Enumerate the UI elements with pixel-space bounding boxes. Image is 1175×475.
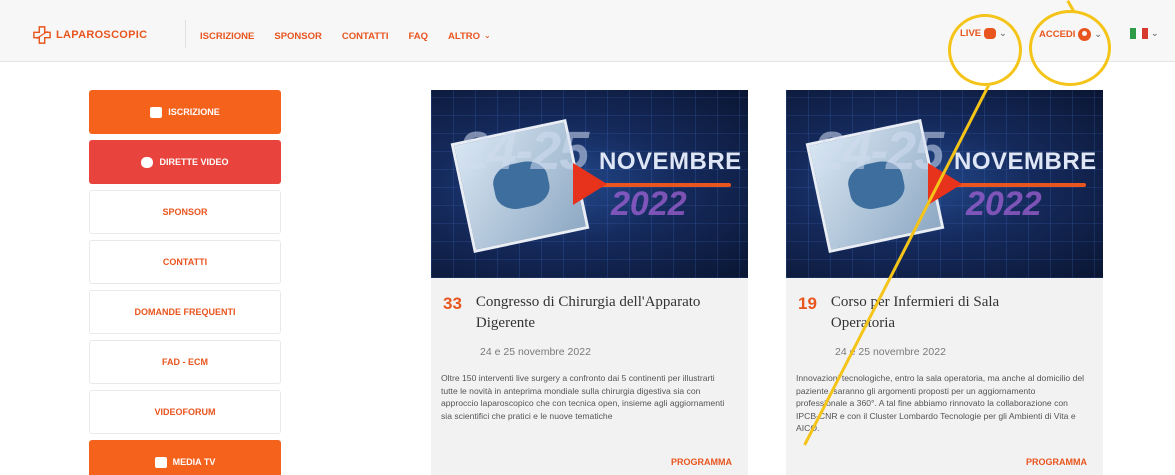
thumbnail-year: 2022 xyxy=(966,185,1042,223)
sidebar-item-contatti[interactable]: CONTATTI xyxy=(89,240,281,284)
thumbnail-days: 24-25 xyxy=(459,121,589,181)
chevron-down-icon: ⌄ xyxy=(484,31,491,40)
sidebar-menu: ISCRIZIONE DIRETTE VIDEO SPONSOR CONTATT… xyxy=(89,90,281,475)
event-card[interactable]: 24-25 NOVEMBRE 2022 33 Congresso di Chir… xyxy=(431,90,748,475)
programma-link[interactable]: PROGRAMMA xyxy=(1026,457,1087,467)
live-highlight-circle xyxy=(948,14,1022,86)
nav-item-altro-label: ALTRO xyxy=(448,31,481,42)
event-title[interactable]: Congresso di Chirurgia dell'Apparato Dig… xyxy=(476,292,706,334)
programma-link[interactable]: PROGRAMMA xyxy=(671,457,732,467)
sidebar-item-label: VIDEOFORUM xyxy=(154,407,216,417)
sidebar-item-label: DOMANDE FREQUENTI xyxy=(134,307,236,317)
main-nav: ISCRIZIONE SPONSOR CONTATTI FAQ ALTRO ⌄ xyxy=(200,31,491,42)
sidebar-item-label: SPONSOR xyxy=(162,207,208,217)
sidebar-item-sponsor[interactable]: SPONSOR xyxy=(89,190,281,234)
cross-logo-icon xyxy=(33,26,51,44)
event-date: 24 e 25 novembre 2022 xyxy=(480,346,591,358)
logo-text: LAPAROSCOPIC xyxy=(56,29,148,41)
site-logo[interactable]: LAPAROSCOPIC xyxy=(33,26,147,44)
event-date: 24 e 25 novembre 2022 xyxy=(835,346,946,358)
card-header: 33 Congresso di Chirurgia dell'Apparato … xyxy=(431,278,748,334)
event-thumbnail[interactable]: 24-25 NOVEMBRE 2022 xyxy=(786,90,1103,278)
event-number: 33 xyxy=(443,294,462,313)
event-description: Innovazioni tecnologiche, entro la sala … xyxy=(796,373,1085,433)
sidebar-item-fad-ecm[interactable]: FAD - ECM xyxy=(89,340,281,384)
event-thumbnail[interactable]: 24-25 NOVEMBRE 2022 xyxy=(431,90,748,278)
chevron-down-icon: ⌄ xyxy=(1151,28,1159,38)
event-card[interactable]: 24-25 NOVEMBRE 2022 19 Corso per Infermi… xyxy=(786,90,1103,475)
sidebar-item-label: MEDIA TV xyxy=(172,457,216,467)
accedi-highlight-circle xyxy=(1029,10,1111,86)
sidebar-item-dirette-video[interactable]: DIRETTE VIDEO xyxy=(89,140,281,184)
sidebar-item-media-tv[interactable]: MEDIA TV xyxy=(89,440,281,475)
nav-item-faq[interactable]: FAQ xyxy=(409,31,429,42)
nav-item-contatti[interactable]: CONTATTI xyxy=(342,31,389,42)
tv-icon xyxy=(154,456,167,468)
thumbnail-month: NOVEMBRE xyxy=(599,148,742,175)
thumbnail-year: 2022 xyxy=(611,185,687,223)
language-selector[interactable]: ⌄ xyxy=(1130,28,1159,39)
italy-flag-icon xyxy=(1130,28,1148,39)
briefcase-icon xyxy=(150,106,163,118)
play-icon[interactable] xyxy=(573,163,607,205)
sidebar-item-label: CONTATTI xyxy=(162,257,208,267)
sidebar-item-label: FAD - ECM xyxy=(162,357,208,367)
event-number: 19 xyxy=(798,294,817,313)
event-description: Oltre 150 interventi live surgery a conf… xyxy=(441,373,725,421)
nav-divider xyxy=(185,20,186,48)
live-icon xyxy=(141,156,154,168)
sidebar-item-iscrizione[interactable]: ISCRIZIONE xyxy=(89,90,281,134)
thumbnail-month: NOVEMBRE xyxy=(954,148,1097,175)
thumbnail-days: 24-25 xyxy=(814,121,944,181)
sidebar-item-domande-frequenti[interactable]: DOMANDE FREQUENTI xyxy=(89,290,281,334)
nav-item-iscrizione[interactable]: ISCRIZIONE xyxy=(200,31,254,42)
sidebar-item-videoforum[interactable]: VIDEOFORUM xyxy=(89,390,281,434)
nav-item-altro[interactable]: ALTRO ⌄ xyxy=(448,31,491,42)
sidebar-item-label: ISCRIZIONE xyxy=(168,107,220,117)
sidebar-item-label: DIRETTE VIDEO xyxy=(159,157,229,167)
card-header: 19 Corso per Infermieri di Sala Operator… xyxy=(786,278,1103,334)
nav-item-sponsor[interactable]: SPONSOR xyxy=(274,31,322,42)
